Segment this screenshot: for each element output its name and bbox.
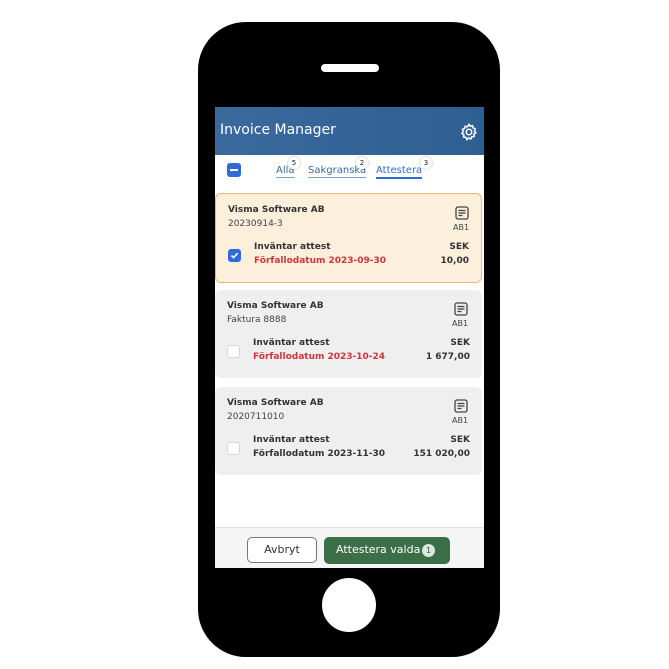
approve-selected-button[interactable]: Attestera valda 1 (324, 537, 450, 564)
invoice-currency: SEK (450, 338, 470, 348)
invoice-currency: SEK (450, 435, 470, 445)
invoice-vendor: Visma Software AB (227, 398, 324, 408)
app-screen: Invoice Manager Alla 5 Sakgranska 2 Atte… (215, 107, 484, 568)
tab-sakgranska-count: 2 (356, 157, 368, 169)
company-code: AB1 (452, 319, 469, 328)
phone-home-button[interactable] (322, 578, 376, 632)
invoice-due-date: Förfallodatum 2023-11-30 (253, 449, 386, 459)
select-all-checkbox[interactable] (227, 163, 241, 177)
invoice-checkbox[interactable] (227, 442, 240, 455)
invoice-amount: 10,00 (440, 256, 469, 266)
invoice-reference: 2020711010 (227, 412, 285, 422)
invoice-document-icon (455, 206, 469, 220)
company-code: AB1 (452, 416, 469, 425)
invoice-status: Inväntar attest (254, 242, 331, 252)
check-icon (230, 252, 239, 259)
gear-icon[interactable] (459, 122, 479, 142)
invoice-status: Inväntar attest (253, 338, 330, 348)
company-code: AB1 (453, 223, 470, 232)
tab-attestera[interactable]: Attestera (376, 165, 423, 179)
invoice-checkbox[interactable] (228, 249, 241, 262)
invoice-vendor: Visma Software AB (228, 205, 325, 215)
invoice-currency: SEK (449, 242, 469, 252)
tab-alla-count: 5 (288, 157, 300, 169)
invoice-due-date: Förfallodatum 2023-09-30 (254, 256, 387, 266)
invoice-card[interactable]: Visma Software AB Faktura 8888 AB1 Invän… (215, 290, 482, 378)
approve-count-badge: 1 (422, 544, 435, 557)
phone-speaker (321, 64, 379, 72)
filter-bar: Alla 5 Sakgranska 2 Attestera 3 (215, 155, 484, 191)
invoice-amount: 151 020,00 (413, 449, 470, 459)
action-footer: Avbryt Attestera valda 1 (215, 527, 484, 568)
approve-selected-label: Attestera valda (336, 543, 421, 556)
invoice-status: Inväntar attest (253, 435, 330, 445)
tab-attestera-count: 3 (420, 157, 432, 169)
cancel-button[interactable]: Avbryt (247, 537, 317, 563)
invoice-vendor: Visma Software AB (227, 301, 324, 311)
invoice-document-icon (454, 399, 468, 413)
invoice-card[interactable]: Visma Software AB 2020711010 AB1 Invänta… (215, 387, 482, 475)
invoice-checkbox[interactable] (227, 345, 240, 358)
invoice-card[interactable]: Visma Software AB 20230914-3 AB1 Invänta… (215, 193, 482, 283)
invoice-document-icon (454, 302, 468, 316)
invoice-due-date: Förfallodatum 2023-10-24 (253, 352, 386, 362)
invoice-amount: 1 677,00 (425, 352, 470, 362)
invoice-reference: Faktura 8888 (227, 315, 287, 325)
app-header: Invoice Manager (215, 107, 484, 155)
app-title: Invoice Manager (220, 122, 336, 138)
invoice-reference: 20230914-3 (228, 219, 283, 229)
